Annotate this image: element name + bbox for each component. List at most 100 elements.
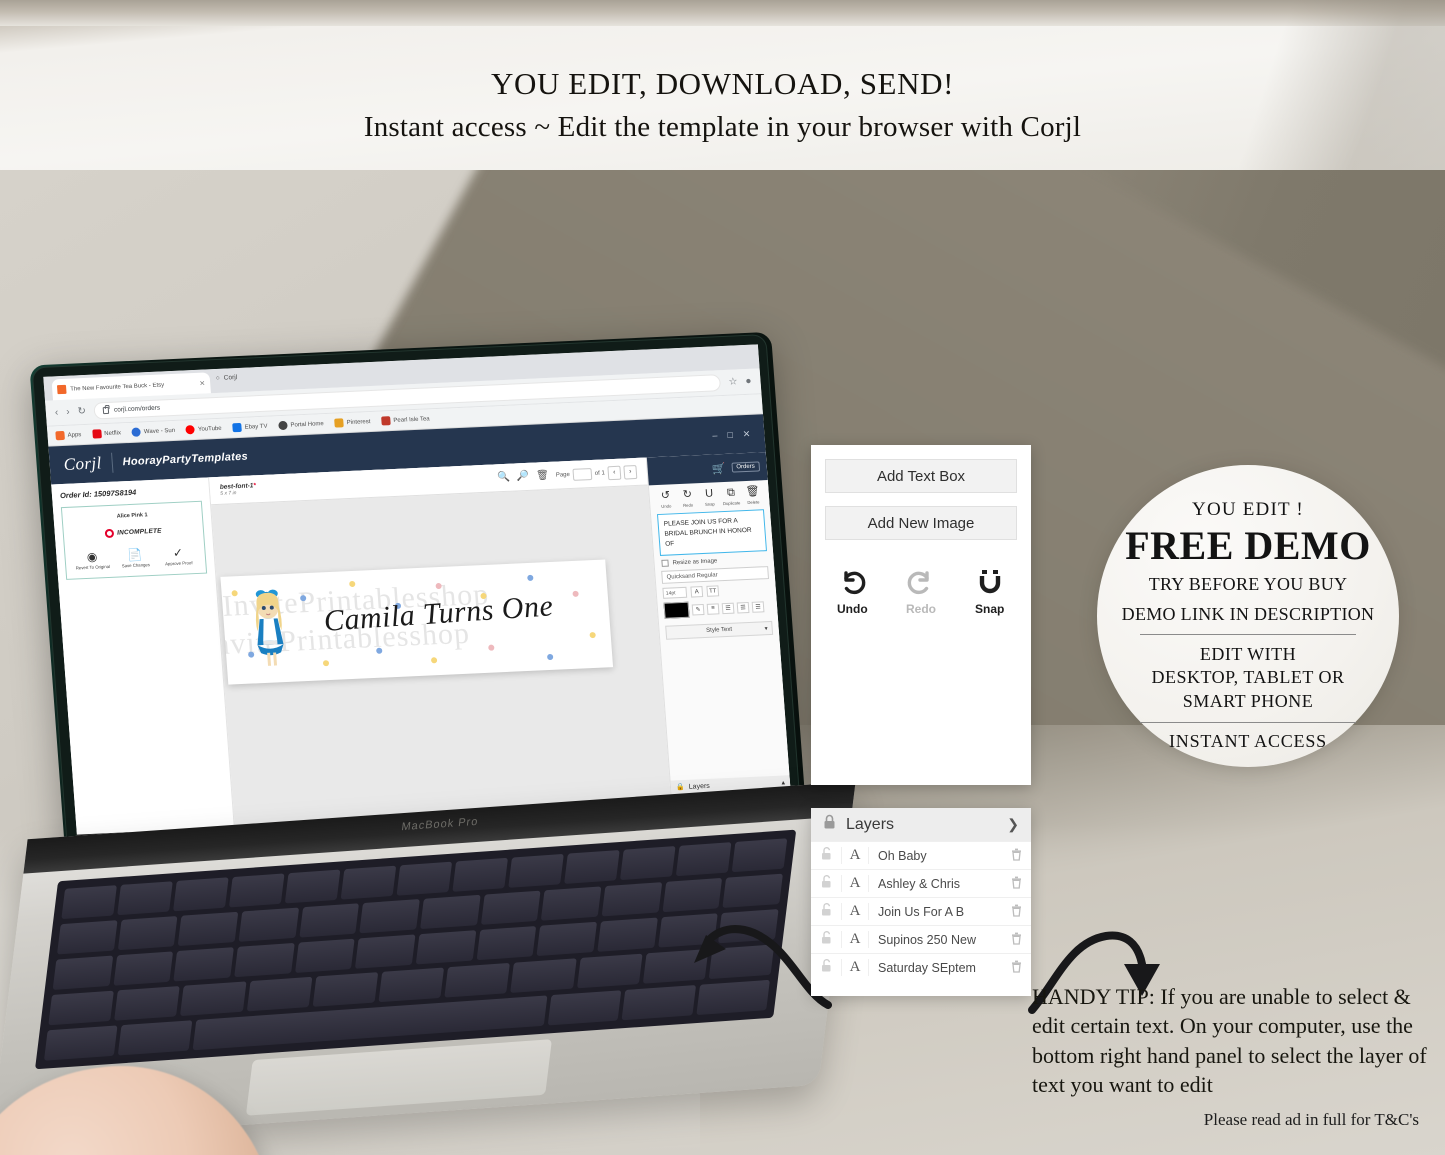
- snap-button[interactable]: Snap: [968, 567, 1011, 616]
- align-center-icon[interactable]: ☰: [736, 601, 750, 614]
- page-navigation: Page of 1 ‹ ›: [555, 464, 638, 482]
- close-icon[interactable]: ✕: [199, 379, 205, 387]
- orders-button[interactable]: Orders: [731, 461, 761, 473]
- align-right-icon[interactable]: ☰: [751, 600, 765, 613]
- eyedropper-icon[interactable]: ✎: [691, 603, 705, 616]
- bold-icon[interactable]: A: [690, 586, 704, 598]
- undo-arrow-icon: [831, 567, 874, 600]
- corjl-logo[interactable]: Corjl: [63, 453, 102, 475]
- key: [476, 925, 537, 961]
- bookmark-item[interactable]: Pinterest: [334, 417, 371, 428]
- trash-icon[interactable]: [1001, 960, 1031, 976]
- lock-open-icon[interactable]: [811, 875, 841, 892]
- revert-action[interactable]: ◉ Revert To Original: [74, 550, 111, 571]
- maximize-icon[interactable]: □: [727, 429, 733, 440]
- delete-tool[interactable]: 🗑 Delete: [741, 485, 764, 505]
- color-swatch[interactable]: [663, 601, 690, 619]
- badge-eyebrow: YOU EDIT !: [1192, 499, 1304, 520]
- layer-row[interactable]: A Saturday SEptem: [811, 953, 1031, 981]
- trash-icon[interactable]: [1001, 904, 1031, 920]
- reload-icon[interactable]: ↻: [77, 406, 86, 417]
- profile-icon[interactable]: ●: [745, 376, 752, 387]
- layer-row[interactable]: A Join Us For A B: [811, 897, 1031, 925]
- lock-open-icon[interactable]: [811, 903, 841, 920]
- forward-arrow-icon[interactable]: ›: [66, 407, 70, 418]
- text-layer-icon: A: [841, 903, 869, 920]
- page-total: of 1: [594, 469, 606, 477]
- design-artboard[interactable]: InvitePrintablesshop InvitePrintablessho…: [220, 559, 614, 685]
- page-label: Page: [555, 471, 571, 479]
- snap-tool[interactable]: U Snap: [698, 488, 721, 507]
- key: [52, 955, 113, 990]
- order-card[interactable]: Alice Pink 1 INCOMPLETE ◉ Revert To Orig…: [60, 500, 208, 581]
- bookmark-item[interactable]: Ebay TV: [232, 422, 268, 433]
- align-left-icon[interactable]: ☰: [721, 602, 735, 614]
- line-height-icon[interactable]: ≡: [706, 603, 720, 615]
- lock-open-icon[interactable]: [811, 931, 841, 948]
- close-icon[interactable]: ✕: [742, 428, 750, 439]
- checkbox[interactable]: [661, 559, 669, 568]
- trash-icon[interactable]: 🗑: [536, 470, 550, 482]
- layers-panel-header[interactable]: Layers ❯: [811, 808, 1031, 841]
- key: [57, 920, 118, 955]
- letter-spacing-icon[interactable]: TT: [706, 585, 720, 598]
- bookmark-item[interactable]: Netflix: [91, 428, 121, 439]
- chevron-down-icon[interactable]: ❯: [1007, 816, 1019, 833]
- cart-icon[interactable]: 🛒: [711, 461, 726, 475]
- star-icon[interactable]: ☆: [728, 376, 738, 387]
- resize-as-image-label: Resize as Image: [672, 558, 718, 567]
- zoom-in-icon[interactable]: 🔍: [497, 472, 510, 484]
- key: [510, 958, 577, 993]
- key: [61, 885, 117, 920]
- next-page-button[interactable]: ›: [623, 464, 638, 480]
- trash-icon[interactable]: [1001, 876, 1031, 892]
- page-input[interactable]: [572, 467, 593, 481]
- style-text-accordion[interactable]: Style Text ▾: [665, 621, 774, 640]
- bookmark-item[interactable]: Wave - Sun: [131, 426, 176, 437]
- undo-tool[interactable]: ↺ Undo: [654, 489, 677, 509]
- bookmark-favicon-icon: [91, 429, 102, 439]
- redo-label: Redo: [906, 602, 936, 616]
- lock-closed-icon: 🔒: [675, 783, 686, 792]
- browser-tab-second[interactable]: ○ Corjl: [216, 374, 238, 382]
- key: [299, 903, 360, 938]
- padlock-icon: [102, 406, 110, 415]
- undo-button[interactable]: Undo: [831, 567, 874, 616]
- prev-page-button[interactable]: ‹: [607, 465, 622, 480]
- redo-tool[interactable]: ↻ Redo: [676, 488, 699, 508]
- bookmark-item[interactable]: Pearl Isle Tea: [381, 414, 430, 426]
- key: [43, 1025, 118, 1061]
- add-text-box-button[interactable]: Add Text Box: [825, 459, 1017, 493]
- layer-row[interactable]: A Supinos 250 New: [811, 925, 1031, 953]
- key: [180, 981, 247, 1017]
- duplicate-tool[interactable]: ⧉ Duplicate: [720, 487, 743, 507]
- key: [246, 976, 313, 1012]
- minimize-icon[interactable]: –: [712, 430, 718, 441]
- redo-button[interactable]: Redo: [900, 567, 943, 616]
- lock-open-icon[interactable]: [811, 847, 841, 864]
- bookmark-item[interactable]: Portal Home: [278, 419, 324, 431]
- back-arrow-icon[interactable]: ‹: [55, 407, 59, 418]
- bookmark-item[interactable]: YouTube: [185, 424, 222, 435]
- text-edit-textarea[interactable]: PLEASE JOIN US FOR A BRIDAL BRUNCH IN HO…: [656, 509, 768, 557]
- key: [294, 938, 356, 973]
- approve-action[interactable]: ✓ Approve Proof: [160, 546, 197, 567]
- add-new-image-button[interactable]: Add New Image: [825, 506, 1017, 540]
- key: [378, 967, 445, 1003]
- browser-tab2-title: Corjl: [223, 374, 238, 382]
- font-size-select[interactable]: 14pt: [662, 586, 688, 600]
- trash-icon[interactable]: [1001, 932, 1031, 948]
- bookmark-item[interactable]: Apps: [55, 430, 82, 441]
- trash-icon[interactable]: [1001, 848, 1031, 864]
- lock-open-icon[interactable]: [811, 959, 841, 976]
- zoom-out-icon[interactable]: 🔎: [516, 471, 529, 483]
- duplicate-label: Duplicate: [722, 500, 741, 507]
- key: [536, 921, 598, 957]
- layer-row[interactable]: A Oh Baby: [811, 841, 1031, 869]
- text-layer-icon: A: [841, 931, 869, 948]
- save-action[interactable]: 📄 Save Changes: [117, 547, 154, 569]
- corjl-left-sidebar: Order Id: 15097S8194 Alice Pink 1 INCOMP…: [51, 477, 237, 864]
- key: [359, 899, 420, 934]
- key: [547, 990, 622, 1026]
- layer-row[interactable]: A Ashley & Chris: [811, 869, 1031, 897]
